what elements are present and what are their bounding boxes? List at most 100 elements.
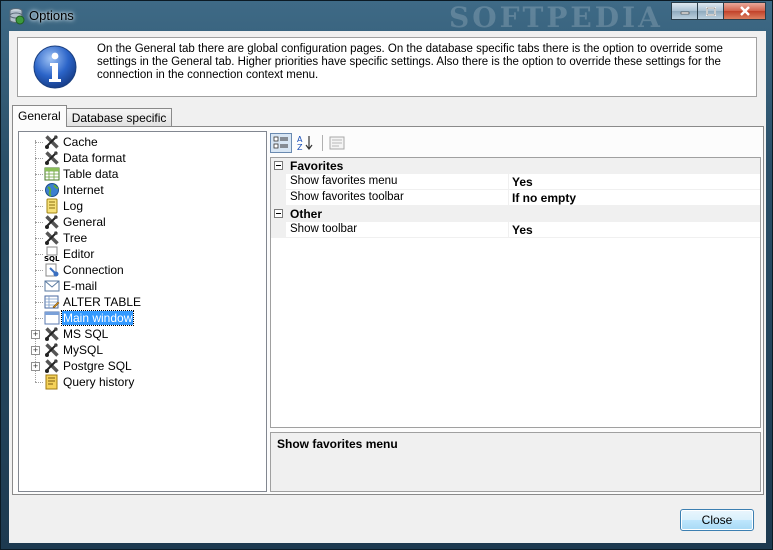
tools-icon <box>45 343 59 357</box>
tree-item-label: Query history <box>63 375 135 389</box>
close-button[interactable]: Close <box>680 509 754 531</box>
tree-item-table-data[interactable]: Table data <box>19 166 259 182</box>
tree-item-data-format[interactable]: Data format <box>19 150 259 166</box>
tree-item-query-history[interactable]: Query history <box>19 374 259 390</box>
info-text: On the General tab there are global conf… <box>97 43 723 81</box>
options-tree[interactable]: Cache Data format Table data Internet Log Gen… <box>18 131 267 492</box>
tree-item-mysql[interactable]: + MySQL <box>19 342 259 358</box>
info-box: On the General tab there are global conf… <box>17 37 757 97</box>
dialog-client-area: On the General tab there are global conf… <box>9 31 766 543</box>
tab-database-specific[interactable]: Database specific <box>65 108 173 127</box>
tree-connector <box>35 254 43 255</box>
tree-item-label: Postgre SQL <box>63 359 132 373</box>
property-name: Show favorites menu <box>290 175 398 187</box>
tree-connector <box>35 158 43 159</box>
tree-item-label: Data format <box>63 151 126 165</box>
property-row[interactable]: Show favorites menu Yes <box>271 174 760 190</box>
tree-connector <box>35 222 43 223</box>
history-icon <box>45 374 58 390</box>
tools-icon <box>45 327 59 341</box>
tree-item-internet[interactable]: Internet <box>19 182 259 198</box>
sort-alphabetical-icon: A Z <box>297 135 313 152</box>
tree-item-general[interactable]: General <box>19 214 259 230</box>
category-label: Favorites <box>290 159 344 173</box>
tree-item-label: MS SQL <box>63 327 109 341</box>
tree-connector <box>35 174 43 175</box>
info-icon <box>33 45 77 89</box>
tree-connector <box>35 142 43 143</box>
collapse-icon[interactable] <box>274 209 283 218</box>
tree-item-alter-table[interactable]: ALTER TABLE <box>19 294 259 310</box>
expand-icon[interactable]: + <box>31 330 40 339</box>
tab-general[interactable]: General <box>12 105 67 127</box>
tree-item-main-window[interactable]: Main window <box>19 310 259 326</box>
property-gutter <box>271 174 286 190</box>
minimize-button[interactable] <box>671 2 697 20</box>
tree-item-label: General <box>63 215 106 229</box>
tree-connector <box>35 382 43 383</box>
property-row[interactable]: Show favorites toolbar If no empty <box>271 190 760 206</box>
tree-item-label: Main window <box>60 310 135 326</box>
property-gutter <box>271 190 286 206</box>
tree-item-label: MySQL <box>63 343 104 357</box>
tree-connector <box>35 206 43 207</box>
category-favorites[interactable]: Favorites <box>271 158 760 174</box>
tree-item-label: Internet <box>63 183 104 197</box>
svg-text:Z: Z <box>297 143 303 152</box>
property-value[interactable]: Yes <box>508 222 760 238</box>
tools-icon <box>45 359 59 373</box>
tree-item-postgre-sql[interactable]: + Postgre SQL <box>19 358 259 374</box>
property-value[interactable]: Yes <box>508 174 760 190</box>
close-icon <box>739 6 750 16</box>
title-bar[interactable]: Options SOFTPEDIA <box>1 1 772 34</box>
collapse-icon[interactable] <box>274 161 283 170</box>
tree-connector <box>35 190 43 191</box>
tree-item-tree[interactable]: Tree <box>19 230 259 246</box>
property-grid-table[interactable]: Favorites Show favorites menu Yes Show favo… <box>270 157 761 428</box>
watermark-logo: SOFTPEDIA <box>449 1 663 34</box>
tools-icon <box>45 135 59 149</box>
tree-item-label: E-mail <box>63 279 98 293</box>
table-icon <box>44 167 60 181</box>
log-icon <box>46 198 58 214</box>
tree-item-label: Connection <box>63 263 124 277</box>
category-other[interactable]: Other <box>271 206 760 222</box>
email-icon <box>44 280 60 292</box>
tree-item-editor[interactable]: SQL Editor <box>19 246 259 262</box>
tree-item-label: Editor <box>63 247 95 261</box>
globe-icon <box>45 183 59 197</box>
tools-icon <box>45 151 59 165</box>
property-name: Show toolbar <box>290 223 358 235</box>
tree-item-label: ALTER TABLE <box>63 295 142 309</box>
tree-connector <box>35 318 43 319</box>
tree-item-e-mail[interactable]: E-mail <box>19 278 259 294</box>
property-row[interactable]: Show toolbar Yes <box>271 222 760 238</box>
tree-connector <box>35 270 43 271</box>
expand-icon[interactable]: + <box>31 346 40 355</box>
sql-editor-icon: SQL <box>44 246 60 262</box>
property-gutter <box>271 222 286 238</box>
maximize-icon <box>705 6 716 16</box>
tree-item-ms-sql[interactable]: + MS SQL <box>19 326 259 342</box>
tree-item-cache[interactable]: Cache <box>19 134 259 150</box>
tab-strip: General Database specific <box>12 105 173 127</box>
property-description: Show favorites menu <box>270 432 761 492</box>
expand-icon[interactable]: + <box>31 362 40 371</box>
alphabetical-button[interactable]: A Z <box>294 133 316 153</box>
property-value[interactable]: If no empty <box>508 190 760 206</box>
category-label: Other <box>290 207 323 221</box>
property-grid: A Z Favorites Show favorites menu Yes Show … <box>270 131 761 428</box>
close-window-button[interactable] <box>723 2 766 20</box>
categorized-button[interactable] <box>270 133 292 153</box>
minimize-icon <box>680 11 689 15</box>
maximize-button[interactable] <box>697 2 723 20</box>
property-pages-button[interactable] <box>326 133 348 153</box>
tree-connector <box>35 238 43 239</box>
property-grid-toolbar: A Z <box>270 131 761 155</box>
connection-icon <box>45 263 59 277</box>
tree-item-label: Log <box>63 199 84 213</box>
tree-item-log[interactable]: Log <box>19 198 259 214</box>
tree-item-label: Cache <box>63 135 98 149</box>
app-database-icon <box>9 8 25 25</box>
tree-item-connection[interactable]: Connection <box>19 262 259 278</box>
